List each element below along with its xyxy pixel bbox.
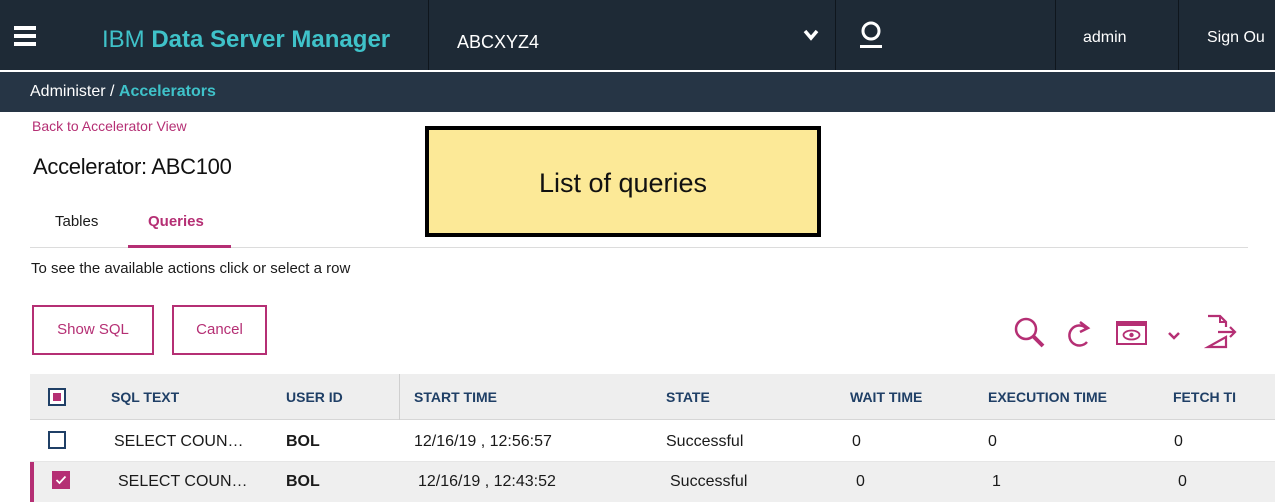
cancel-button-label: Cancel: [196, 321, 243, 338]
export-icon[interactable]: [1203, 313, 1240, 356]
view-columns-icon[interactable]: [1115, 319, 1149, 352]
cell-fetch-time: 0: [1174, 433, 1183, 450]
checkmark-icon: [55, 475, 67, 485]
top-header: IBM Data Server Manager ABCXYZ4 admin Si…: [0, 0, 1275, 70]
row-checkbox[interactable]: [52, 471, 70, 489]
cell-user-id: BOL: [286, 433, 320, 450]
user-icon[interactable]: [858, 20, 884, 55]
cell-state: Successful: [666, 433, 744, 450]
column-header-execution-time[interactable]: EXECUTION TIME: [988, 389, 1107, 405]
user-name[interactable]: admin: [1083, 29, 1127, 47]
hamburger-icon: [14, 25, 36, 46]
breadcrumb-current: Accelerators: [118, 83, 216, 100]
chevron-down-icon: [803, 28, 819, 46]
column-header-sql-text[interactable]: SQL TEXT: [111, 389, 179, 405]
selection-hint: To see the available actions click or se…: [31, 260, 351, 277]
cell-wait-time: 0: [852, 433, 861, 450]
menu-button[interactable]: [0, 0, 84, 70]
cell-execution-time: 1: [992, 473, 1001, 490]
cell-start-time: 12/16/19 , 12:56:57: [414, 433, 552, 450]
cell-user-id: BOL: [286, 473, 320, 490]
tab-queries[interactable]: Queries: [148, 213, 204, 230]
column-divider[interactable]: [399, 374, 400, 420]
row-checkbox[interactable]: [48, 431, 66, 449]
cell-sql-text: SELECT COUN…: [114, 433, 244, 450]
cell-execution-time: 0: [988, 433, 997, 450]
table-row[interactable]: SELECT COUN… BOL 12/16/19 , 12:56:57 Suc…: [30, 422, 1275, 462]
app-title: IBM Data Server Manager: [102, 26, 390, 54]
cell-wait-time: 0: [856, 473, 865, 490]
sign-out-link[interactable]: Sign Ou: [1207, 29, 1265, 47]
breadcrumb: Administer / Accelerators: [0, 72, 1275, 112]
database-select-value: ABCXYZ4: [457, 32, 540, 52]
column-header-state[interactable]: STATE: [666, 389, 710, 405]
cancel-button[interactable]: Cancel: [172, 305, 267, 355]
back-link[interactable]: Back to Accelerator View: [32, 118, 187, 134]
column-header-start-time[interactable]: START TIME: [414, 389, 497, 405]
database-select[interactable]: ABCXYZ4: [428, 0, 836, 70]
cell-sql-text: SELECT COUN…: [118, 473, 248, 490]
cell-start-time: 12/16/19 , 12:43:52: [418, 473, 556, 490]
column-header-fetch-time[interactable]: FETCH TI: [1173, 389, 1236, 405]
header-divider: [1055, 0, 1056, 70]
app-title-name: Data Server Manager: [151, 26, 391, 53]
select-all-checkbox[interactable]: [48, 388, 66, 406]
page-title: Accelerator: ABC100: [33, 154, 232, 179]
header-divider: [1178, 0, 1179, 70]
active-tab-indicator: [128, 245, 231, 248]
table-row[interactable]: SELECT COUN… BOL 12/16/19 , 12:43:52 Suc…: [30, 462, 1275, 502]
tab-tables[interactable]: Tables: [55, 213, 98, 230]
chevron-down-icon[interactable]: [1168, 328, 1180, 346]
app-title-prefix: IBM: [102, 26, 145, 53]
cell-state: Successful: [670, 473, 748, 490]
column-header-user-id[interactable]: USER ID: [286, 389, 343, 405]
breadcrumb-parent[interactable]: Administer /: [30, 83, 119, 100]
table-header: SQL TEXT USER ID START TIME STATE WAIT T…: [30, 374, 1275, 420]
show-sql-button-label: Show SQL: [57, 321, 129, 338]
show-sql-button[interactable]: Show SQL: [32, 305, 154, 355]
refresh-icon[interactable]: [1065, 316, 1095, 355]
cell-fetch-time: 0: [1178, 473, 1187, 490]
callout-text: List of queries: [538, 168, 708, 198]
column-header-wait-time[interactable]: WAIT TIME: [850, 389, 922, 405]
callout-box: List of queries: [425, 126, 821, 237]
search-icon[interactable]: [1013, 316, 1047, 355]
